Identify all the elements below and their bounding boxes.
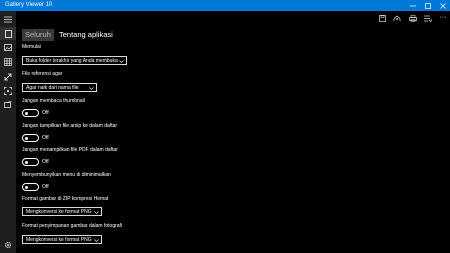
toggle-knob	[25, 185, 28, 189]
nav-slideshow[interactable]	[0, 98, 16, 111]
close-icon	[439, 2, 446, 9]
startup-label: Memulai	[22, 44, 41, 50]
hamburger-menu-icon	[4, 16, 12, 23]
save-format-dropdown[interactable]: Mengkonversi ke format PNG	[22, 235, 102, 244]
hide-archive-state: Off	[42, 135, 49, 141]
hide-menu-state: Off	[42, 184, 49, 190]
window-title: Gallery Viewer 10	[5, 2, 53, 8]
hide-pdf-label: Jangan menampilkan file PDF dalam daftar	[22, 147, 118, 153]
thumbnail-state: Off	[42, 110, 49, 116]
toggle-knob	[25, 160, 28, 164]
slideshow-icon	[4, 101, 12, 108]
tab-all[interactable]: Seluruh	[22, 29, 54, 41]
zip-format-label: Format gambar di ZIP kompresi Hemat	[22, 196, 109, 202]
toggle-knob	[25, 111, 28, 115]
minimize-icon	[409, 5, 416, 6]
sort-order-label: File referensi agar	[22, 71, 63, 77]
hide-archive-label: Jangan tampilkan file arsip ke dalam daf…	[22, 123, 118, 129]
command-bar: ···	[16, 11, 450, 24]
more-icon: ···	[439, 14, 447, 21]
zip-format-value: Mengkonversi ke format PNG	[26, 209, 92, 215]
startup-value: Buka folder terakhir yang Anda membuka	[26, 58, 118, 64]
title-bar: Gallery Viewer 10	[0, 0, 450, 11]
hide-pdf-state: Off	[42, 159, 49, 165]
print-button[interactable]	[406, 12, 420, 24]
tab-about[interactable]: Tentang aplikasi	[56, 29, 116, 41]
more-button[interactable]: ···	[436, 12, 450, 24]
nav-fit-screen[interactable]	[0, 84, 16, 97]
thumbnail-toggle[interactable]	[22, 109, 39, 117]
hamburger-menu-button[interactable]	[0, 13, 16, 26]
chevron-down-icon	[88, 84, 94, 91]
share-button[interactable]	[390, 12, 404, 24]
list-button[interactable]	[421, 12, 435, 24]
fit-screen-icon	[4, 86, 12, 95]
chevron-down-icon	[93, 236, 99, 243]
chevron-down-icon	[93, 208, 99, 215]
save-icon	[378, 14, 386, 22]
nav-grid[interactable]	[0, 55, 16, 68]
navigation-sidebar	[0, 11, 16, 253]
close-button[interactable]	[435, 0, 450, 11]
hide-menu-label: Menyembunyikan menu di diminimalkan	[22, 172, 111, 178]
hide-archive-toggle[interactable]	[22, 134, 39, 142]
chevron-down-icon	[118, 57, 124, 64]
save-button[interactable]	[375, 12, 389, 24]
maximize-button[interactable]	[420, 0, 435, 11]
sort-order-value: Agar naik dari nama file	[26, 85, 79, 91]
settings-page: Seluruh Tentang aplikasi Memulai Buka fo…	[16, 24, 450, 253]
hide-pdf-toggle[interactable]	[22, 158, 39, 166]
maximize-icon	[424, 2, 431, 9]
settings-button[interactable]	[0, 238, 16, 251]
image-icon	[4, 44, 12, 51]
nav-expand[interactable]	[0, 70, 16, 83]
expand-diagonal-icon	[4, 73, 12, 80]
settings-gear-icon	[5, 241, 11, 248]
startup-dropdown[interactable]: Buka folder terakhir yang Anda membuka	[22, 56, 127, 65]
hide-menu-toggle[interactable]	[22, 183, 39, 191]
single-page-icon	[4, 29, 12, 38]
thumbnail-label: Jangan membaca thumbnail	[22, 98, 85, 104]
share-icon	[393, 15, 401, 21]
minimize-button[interactable]	[405, 0, 420, 11]
print-icon	[409, 14, 417, 22]
grid-icon	[4, 57, 12, 66]
toggle-knob	[25, 136, 28, 140]
sort-order-dropdown[interactable]: Agar naik dari nama file	[22, 83, 97, 92]
save-format-value: Mengkonversi ke format PNG	[26, 237, 92, 243]
nav-image[interactable]	[0, 41, 16, 54]
zip-format-dropdown[interactable]: Mengkonversi ke format PNG	[22, 207, 102, 216]
nav-single-page[interactable]	[0, 27, 16, 40]
save-format-label: Format penyimpanan gambar dalam fotograf…	[22, 223, 123, 229]
list-icon	[424, 15, 432, 22]
